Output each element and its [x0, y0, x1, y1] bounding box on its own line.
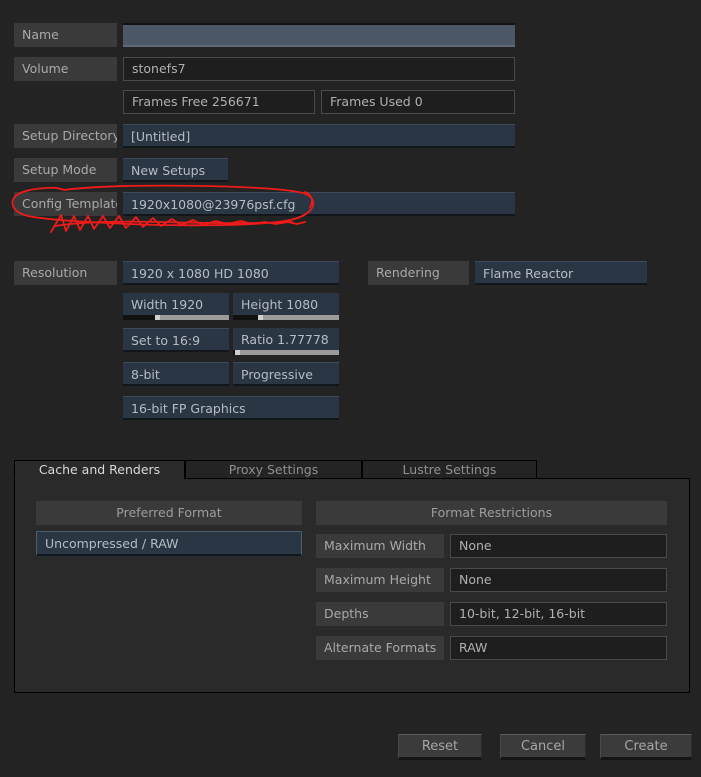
ratio-slider-track[interactable] — [233, 350, 339, 355]
maximum-width-label: Maximum Width — [316, 534, 444, 558]
maximum-height-label: Maximum Height — [316, 568, 444, 592]
setup-mode-label: Setup Mode — [14, 158, 117, 182]
height-slider[interactable]: Height 1080 — [233, 293, 339, 320]
height-slider-track[interactable] — [233, 315, 339, 320]
setup-directory-field[interactable]: [Untitled] — [123, 124, 515, 148]
scan-mode-dropdown[interactable]: Progressive — [233, 362, 339, 386]
ratio-value[interactable]: Ratio 1.77778 — [233, 328, 339, 352]
resolution-label: Resolution — [14, 261, 117, 285]
width-slider-knob[interactable] — [154, 315, 160, 320]
set-to-ratio-button[interactable]: Set to 16:9 — [123, 328, 229, 352]
name-input[interactable] — [123, 23, 515, 47]
volume-label: Volume — [14, 57, 117, 81]
frames-free-field: Frames Free 256671 — [123, 90, 315, 114]
width-slider-track[interactable] — [123, 315, 229, 320]
width-slider-fill — [123, 315, 155, 320]
maximum-width-value[interactable]: None — [450, 534, 667, 558]
setup-directory-label: Setup Directory — [14, 124, 117, 148]
rendering-engine-dropdown[interactable]: Flame Reactor — [475, 261, 647, 285]
format-restrictions-header: Format Restrictions — [316, 501, 667, 525]
height-slider-knob[interactable] — [258, 315, 264, 320]
setup-mode-dropdown[interactable]: New Setups — [123, 158, 228, 182]
preferred-format-item-uncompressed-raw[interactable]: Uncompressed / RAW — [36, 531, 302, 556]
ratio-slider[interactable]: Ratio 1.77778 — [233, 328, 339, 355]
height-slider-fill — [233, 315, 259, 320]
volume-field[interactable]: stonefs7 — [123, 57, 515, 81]
width-value[interactable]: Width 1920 — [123, 293, 229, 317]
depths-label: Depths — [316, 602, 444, 626]
ratio-slider-knob[interactable] — [235, 350, 241, 355]
config-template-field[interactable]: 1920x1080@23976psf.cfg — [123, 192, 515, 216]
tab-lustre-settings[interactable]: Lustre Settings — [362, 460, 537, 480]
height-value[interactable]: Height 1080 — [233, 293, 339, 317]
frames-used-field: Frames Used 0 — [321, 90, 515, 114]
config-template-label: Config Template — [14, 192, 117, 216]
tab-cache-and-renders[interactable]: Cache and Renders — [14, 460, 185, 480]
depths-value[interactable]: 10-bit, 12-bit, 16-bit — [450, 602, 667, 626]
rendering-label: Rendering — [368, 261, 469, 285]
alternate-formats-value[interactable]: RAW — [450, 636, 667, 660]
annotation-scribble — [50, 214, 306, 233]
alternate-formats-label: Alternate Formats — [316, 636, 444, 660]
tab-proxy-settings[interactable]: Proxy Settings — [185, 460, 362, 480]
cache-and-renders-panel: Preferred Format Uncompressed / RAW Form… — [14, 478, 690, 693]
name-label: Name — [14, 23, 117, 47]
maximum-height-value[interactable]: None — [450, 568, 667, 592]
create-button[interactable]: Create — [600, 734, 692, 760]
bit-depth-dropdown[interactable]: 8-bit — [123, 362, 229, 386]
reset-button[interactable]: Reset — [398, 734, 482, 760]
cancel-button[interactable]: Cancel — [500, 734, 586, 760]
graphics-depth-dropdown[interactable]: 16-bit FP Graphics — [123, 396, 339, 420]
resolution-preset-dropdown[interactable]: 1920 x 1080 HD 1080 — [123, 261, 339, 285]
annotation-scribble-overlay — [54, 220, 293, 227]
preferred-format-header: Preferred Format — [36, 501, 302, 525]
width-slider[interactable]: Width 1920 — [123, 293, 229, 320]
